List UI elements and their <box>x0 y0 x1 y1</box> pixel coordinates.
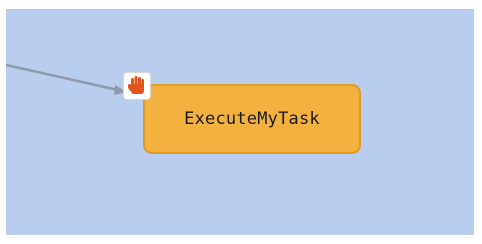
task-node[interactable]: ExecuteMyTask <box>143 84 361 154</box>
edge-line[interactable] <box>6 63 119 92</box>
task-type-marker <box>123 72 151 100</box>
hand-icon <box>128 76 144 94</box>
task-label: ExecuteMyTask <box>184 109 320 129</box>
diagram-canvas[interactable]: ExecuteMyTask <box>6 9 474 235</box>
